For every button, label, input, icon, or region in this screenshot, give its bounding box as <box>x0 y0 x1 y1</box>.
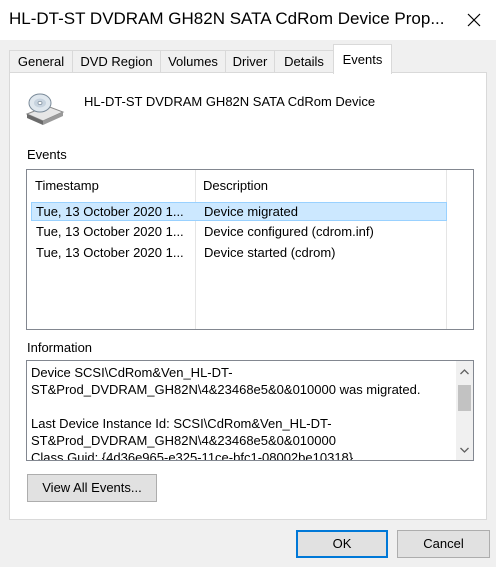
events-list[interactable]: Timestamp Description Tue, 13 October 20… <box>26 169 474 330</box>
tab-events[interactable]: Events <box>333 44 392 74</box>
event-timestamp: Tue, 13 October 2020 1... <box>36 204 184 219</box>
view-all-events-button[interactable]: View All Events... <box>27 474 157 502</box>
cdrom-drive-icon <box>25 93 65 125</box>
close-icon <box>467 13 481 27</box>
ok-button[interactable]: OK <box>296 530 388 558</box>
event-row[interactable]: Tue, 13 October 2020 1... Device started… <box>31 244 447 263</box>
event-description: Device migrated <box>204 204 298 219</box>
scrollbar-thumb[interactable] <box>458 385 471 411</box>
event-row[interactable]: Tue, 13 October 2020 1... Device configu… <box>31 223 447 242</box>
tab-driver[interactable]: Driver <box>225 50 275 73</box>
cancel-button[interactable]: Cancel <box>397 530 490 558</box>
event-description: Device started (cdrom) <box>204 245 336 260</box>
event-timestamp: Tue, 13 October 2020 1... <box>36 245 184 260</box>
tab-strip: General DVD Region Volumes Driver Detail… <box>9 44 487 74</box>
column-header-description[interactable]: Description <box>195 170 445 202</box>
tab-dvd-region[interactable]: DVD Region <box>72 50 161 73</box>
list-header: Timestamp Description <box>27 170 473 329</box>
event-timestamp: Tue, 13 October 2020 1... <box>36 224 184 239</box>
column-header-timestamp[interactable]: Timestamp <box>27 170 195 202</box>
scroll-down-button[interactable] <box>456 441 473 458</box>
tab-details[interactable]: Details <box>274 50 334 73</box>
device-name: HL-DT-ST DVDRAM GH82N SATA CdRom Device <box>84 94 376 109</box>
information-label: Information <box>27 340 93 355</box>
vertical-scrollbar[interactable] <box>456 361 473 460</box>
window-title: HL-DT-ST DVDRAM GH82N SATA CdRom Device … <box>9 9 445 28</box>
tab-volumes[interactable]: Volumes <box>160 50 226 73</box>
event-row[interactable]: Tue, 13 October 2020 1... Device migrate… <box>31 202 447 221</box>
event-description: Device configured (cdrom.inf) <box>204 224 374 239</box>
tab-general[interactable]: General <box>9 50 73 73</box>
chevron-down-icon <box>460 447 469 453</box>
information-text: Device SCSI\CdRom&Ven_HL-DT-ST&Prod_DVDR… <box>31 364 451 461</box>
chevron-up-icon <box>460 368 469 374</box>
title-bar: HL-DT-ST DVDRAM GH82N SATA CdRom Device … <box>0 0 496 40</box>
information-line: Class Guid: {4d36e965-e325-11ce-bfc1-080… <box>31 450 354 461</box>
information-text-box[interactable]: Device SCSI\CdRom&Ven_HL-DT-ST&Prod_DVDR… <box>26 360 474 461</box>
scroll-up-button[interactable] <box>456 363 473 380</box>
close-button[interactable] <box>452 0 496 40</box>
information-line: Last Device Instance Id: SCSI\CdRom&Ven_… <box>31 416 336 448</box>
events-label: Events <box>27 147 67 162</box>
information-line: Device SCSI\CdRom&Ven_HL-DT-ST&Prod_DVDR… <box>31 365 421 397</box>
